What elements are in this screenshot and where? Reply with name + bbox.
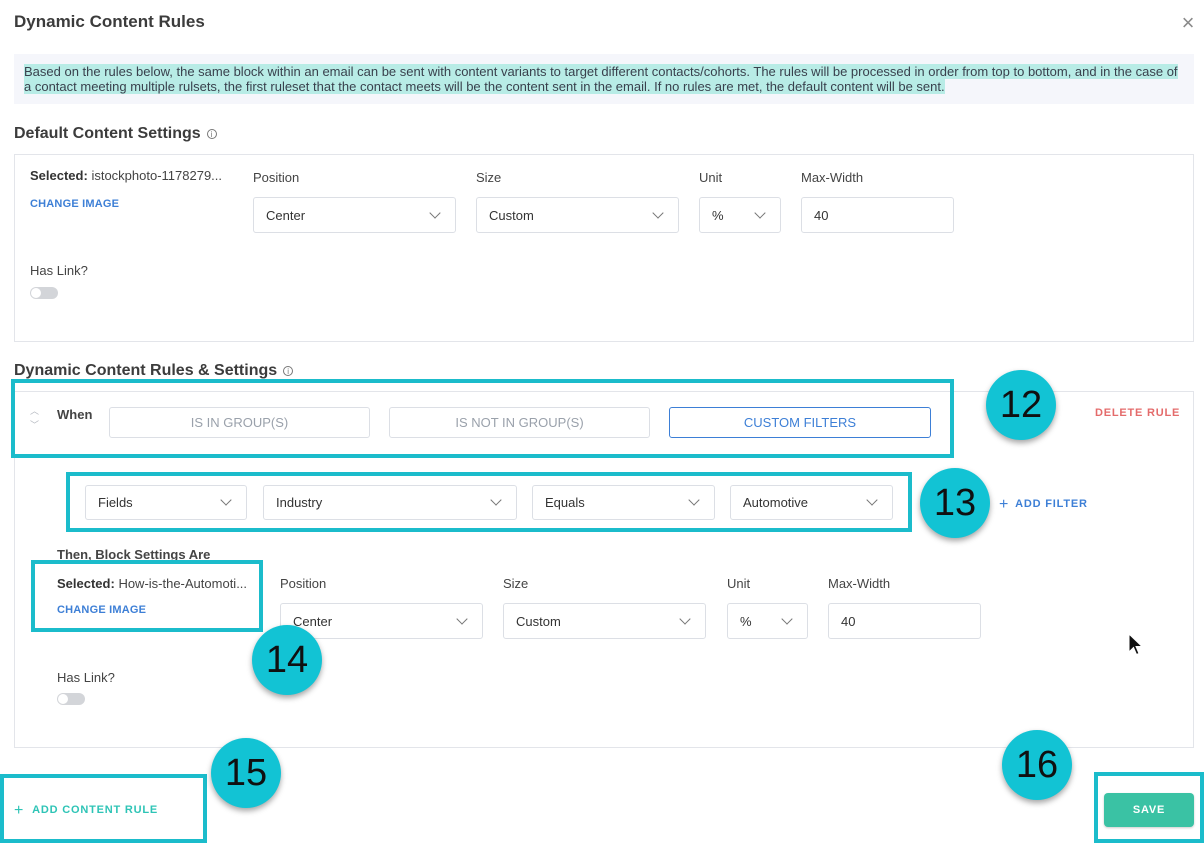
delete-rule-button[interactable]: DELETE RULE: [1095, 407, 1180, 419]
default-unit-label: Unit: [699, 170, 723, 185]
plus-icon: +: [999, 496, 1010, 513]
rule-unit-label: Unit: [727, 576, 751, 591]
default-position-label: Position: [253, 170, 300, 185]
chevron-down-icon: [429, 206, 441, 219]
default-has-link-toggle[interactable]: [30, 287, 58, 299]
description-text: Based on the rules below, the same block…: [24, 64, 1178, 94]
info-icon: i: [283, 365, 294, 376]
rule-unit-select[interactable]: %: [727, 603, 808, 639]
rule-has-link-label: Has Link?: [57, 670, 115, 685]
highlight-when-row: [11, 379, 954, 458]
highlight-selected-image: [31, 560, 263, 632]
default-size-label: Size: [476, 170, 502, 185]
rule-has-link-toggle[interactable]: [57, 693, 85, 705]
default-selected-image: Selected: istockphoto-1178279...: [30, 168, 223, 183]
default-unit-select[interactable]: %: [699, 197, 781, 233]
rule-maxwidth-input[interactable]: 40: [828, 603, 981, 639]
annotation-badge-15: 15: [211, 738, 281, 808]
modal-title: Dynamic Content Rules: [14, 12, 205, 31]
rule-size-label: Size: [503, 576, 529, 591]
default-change-image-link[interactable]: CHANGE IMAGE: [30, 198, 119, 210]
annotation-badge-13: 13: [920, 468, 990, 538]
add-filter-button[interactable]: + ADD FILTER: [999, 496, 1088, 514]
chevron-down-icon: [679, 612, 691, 625]
default-maxwidth-label: Max-Width: [801, 170, 864, 185]
default-has-link-label: Has Link?: [30, 263, 88, 278]
highlight-filter-row: [66, 472, 912, 532]
default-size-select[interactable]: Custom: [476, 197, 679, 233]
rules-title: Dynamic Content Rules & Settings i: [14, 362, 294, 380]
chevron-down-icon: [754, 206, 766, 219]
default-position-select[interactable]: Center: [253, 197, 456, 233]
chevron-down-icon: [781, 612, 793, 625]
highlight-save: [1094, 772, 1204, 843]
default-settings-title: Default Content Settings i: [14, 125, 217, 143]
mouse-cursor-icon: [1128, 633, 1144, 656]
close-icon[interactable]: ×: [1178, 12, 1198, 34]
chevron-down-icon: [456, 612, 468, 625]
annotation-badge-14: 14: [252, 625, 322, 695]
chevron-down-icon: [652, 206, 664, 219]
highlight-add-content-rule: [0, 774, 207, 843]
annotation-badge-16: 16: [1002, 730, 1072, 800]
description-box: Based on the rules below, the same block…: [14, 54, 1194, 104]
annotation-badge-12: 12: [986, 370, 1056, 440]
rule-size-select[interactable]: Custom: [503, 603, 706, 639]
info-icon: i: [206, 128, 217, 139]
rule-maxwidth-label: Max-Width: [828, 576, 891, 591]
rule-position-label: Position: [280, 576, 327, 591]
default-maxwidth-input[interactable]: 40: [801, 197, 954, 233]
